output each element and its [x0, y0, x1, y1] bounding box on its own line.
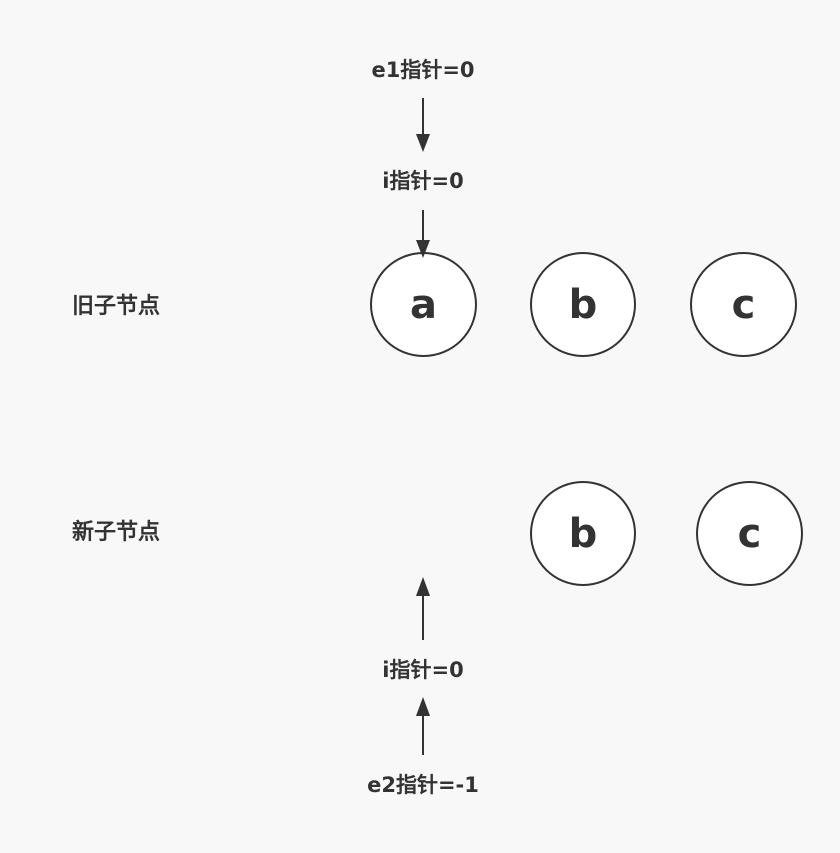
down-arrow-e1-to-i [416, 98, 430, 152]
pointer-arrows [416, 98, 430, 755]
up-arrow-i-new [416, 577, 430, 640]
up-arrow-e2-to-i [416, 697, 430, 755]
down-arrow-i-to-node-a [416, 210, 430, 258]
